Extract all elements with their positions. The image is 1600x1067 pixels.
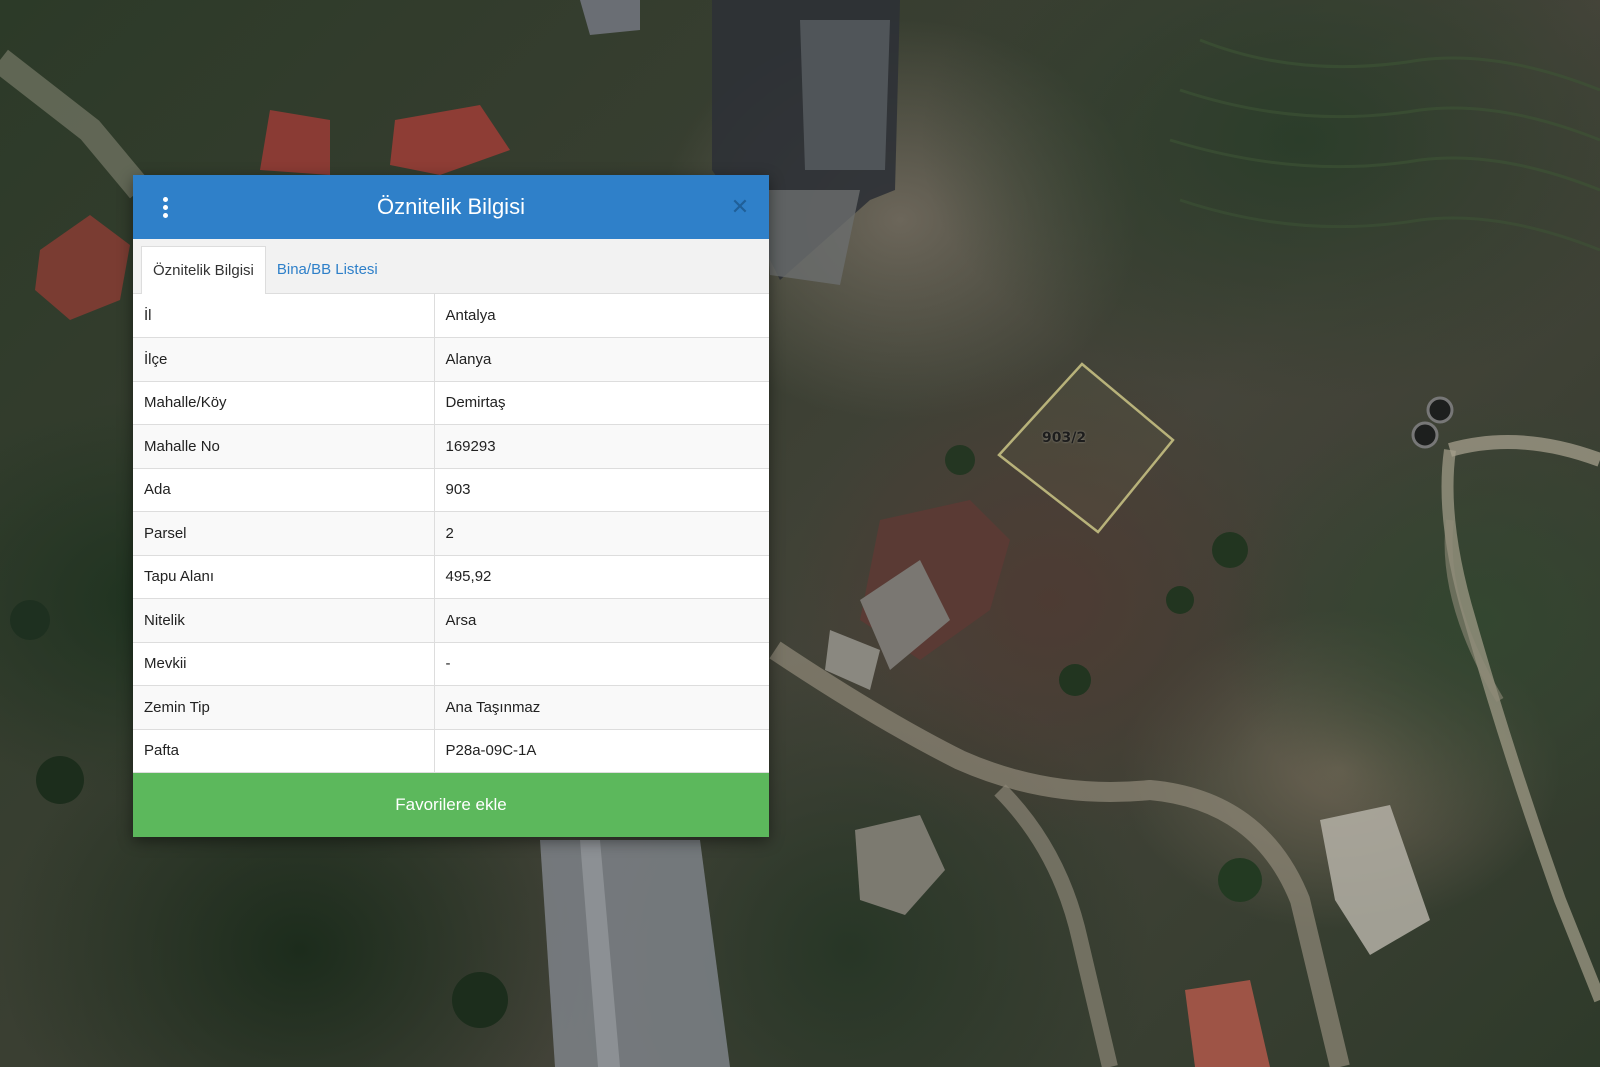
- table-row: Mahalle No 169293: [133, 424, 769, 469]
- tab-building-list[interactable]: Bina/BB Listesi: [266, 246, 389, 293]
- attribute-value: Arsa: [434, 598, 769, 643]
- table-row: Ada 903: [133, 468, 769, 512]
- attribute-key: Zemin Tip: [133, 685, 435, 730]
- attribute-key: Pafta: [133, 729, 435, 773]
- parcel-outline[interactable]: [997, 362, 1175, 534]
- attribute-value: Alanya: [434, 337, 769, 382]
- attribute-value: -: [434, 642, 769, 686]
- panel-header: Öznitelik Bilgisi ✕: [133, 175, 769, 239]
- attribute-value: 2: [434, 511, 769, 556]
- attribute-value: Antalya: [434, 294, 769, 338]
- attribute-value: P28a-09C-1A: [434, 729, 769, 773]
- table-row: Nitelik Arsa: [133, 598, 769, 643]
- table-row: Zemin Tip Ana Taşınmaz: [133, 685, 769, 730]
- table-row: Tapu Alanı 495,92: [133, 555, 769, 599]
- attribute-key: Nitelik: [133, 598, 435, 643]
- table-row: Mevkii -: [133, 642, 769, 686]
- attribute-value: 903: [434, 468, 769, 512]
- attribute-key: Ada: [133, 468, 435, 512]
- close-icon[interactable]: ✕: [727, 194, 753, 220]
- panel-tabs: Öznitelik Bilgisi Bina/BB Listesi: [133, 239, 769, 294]
- attribute-key: Parsel: [133, 511, 435, 556]
- table-row: Mahalle/Köy Demirtaş: [133, 381, 769, 425]
- table-row: Parsel 2: [133, 511, 769, 556]
- vertical-ellipsis-icon[interactable]: [153, 193, 177, 221]
- panel-title: Öznitelik Bilgisi: [377, 194, 525, 219]
- attribute-key: Mahalle No: [133, 424, 435, 469]
- attribute-table: İl Antalya İlçe Alanya Mahalle/Köy Demir…: [133, 294, 769, 773]
- tab-attribute-info[interactable]: Öznitelik Bilgisi: [141, 246, 266, 294]
- table-row: Pafta P28a-09C-1A: [133, 729, 769, 773]
- attribute-key: Mahalle/Köy: [133, 381, 435, 425]
- parcel-label[interactable]: 903/2: [1042, 430, 1086, 446]
- table-row: İl Antalya: [133, 294, 769, 338]
- table-row: İlçe Alanya: [133, 337, 769, 382]
- attribute-key: İlçe: [133, 337, 435, 382]
- attribute-value: Ana Taşınmaz: [434, 685, 769, 730]
- attribute-value: Demirtaş: [434, 381, 769, 425]
- add-to-favorites-button[interactable]: Favorilere ekle: [133, 773, 769, 837]
- attribute-info-panel: Öznitelik Bilgisi ✕ Öznitelik Bilgisi Bi…: [133, 175, 769, 837]
- attribute-value: 495,92: [434, 555, 769, 599]
- attribute-value: 169293: [434, 424, 769, 469]
- attribute-key: Tapu Alanı: [133, 555, 435, 599]
- attribute-key: Mevkii: [133, 642, 435, 686]
- attribute-key: İl: [133, 294, 435, 338]
